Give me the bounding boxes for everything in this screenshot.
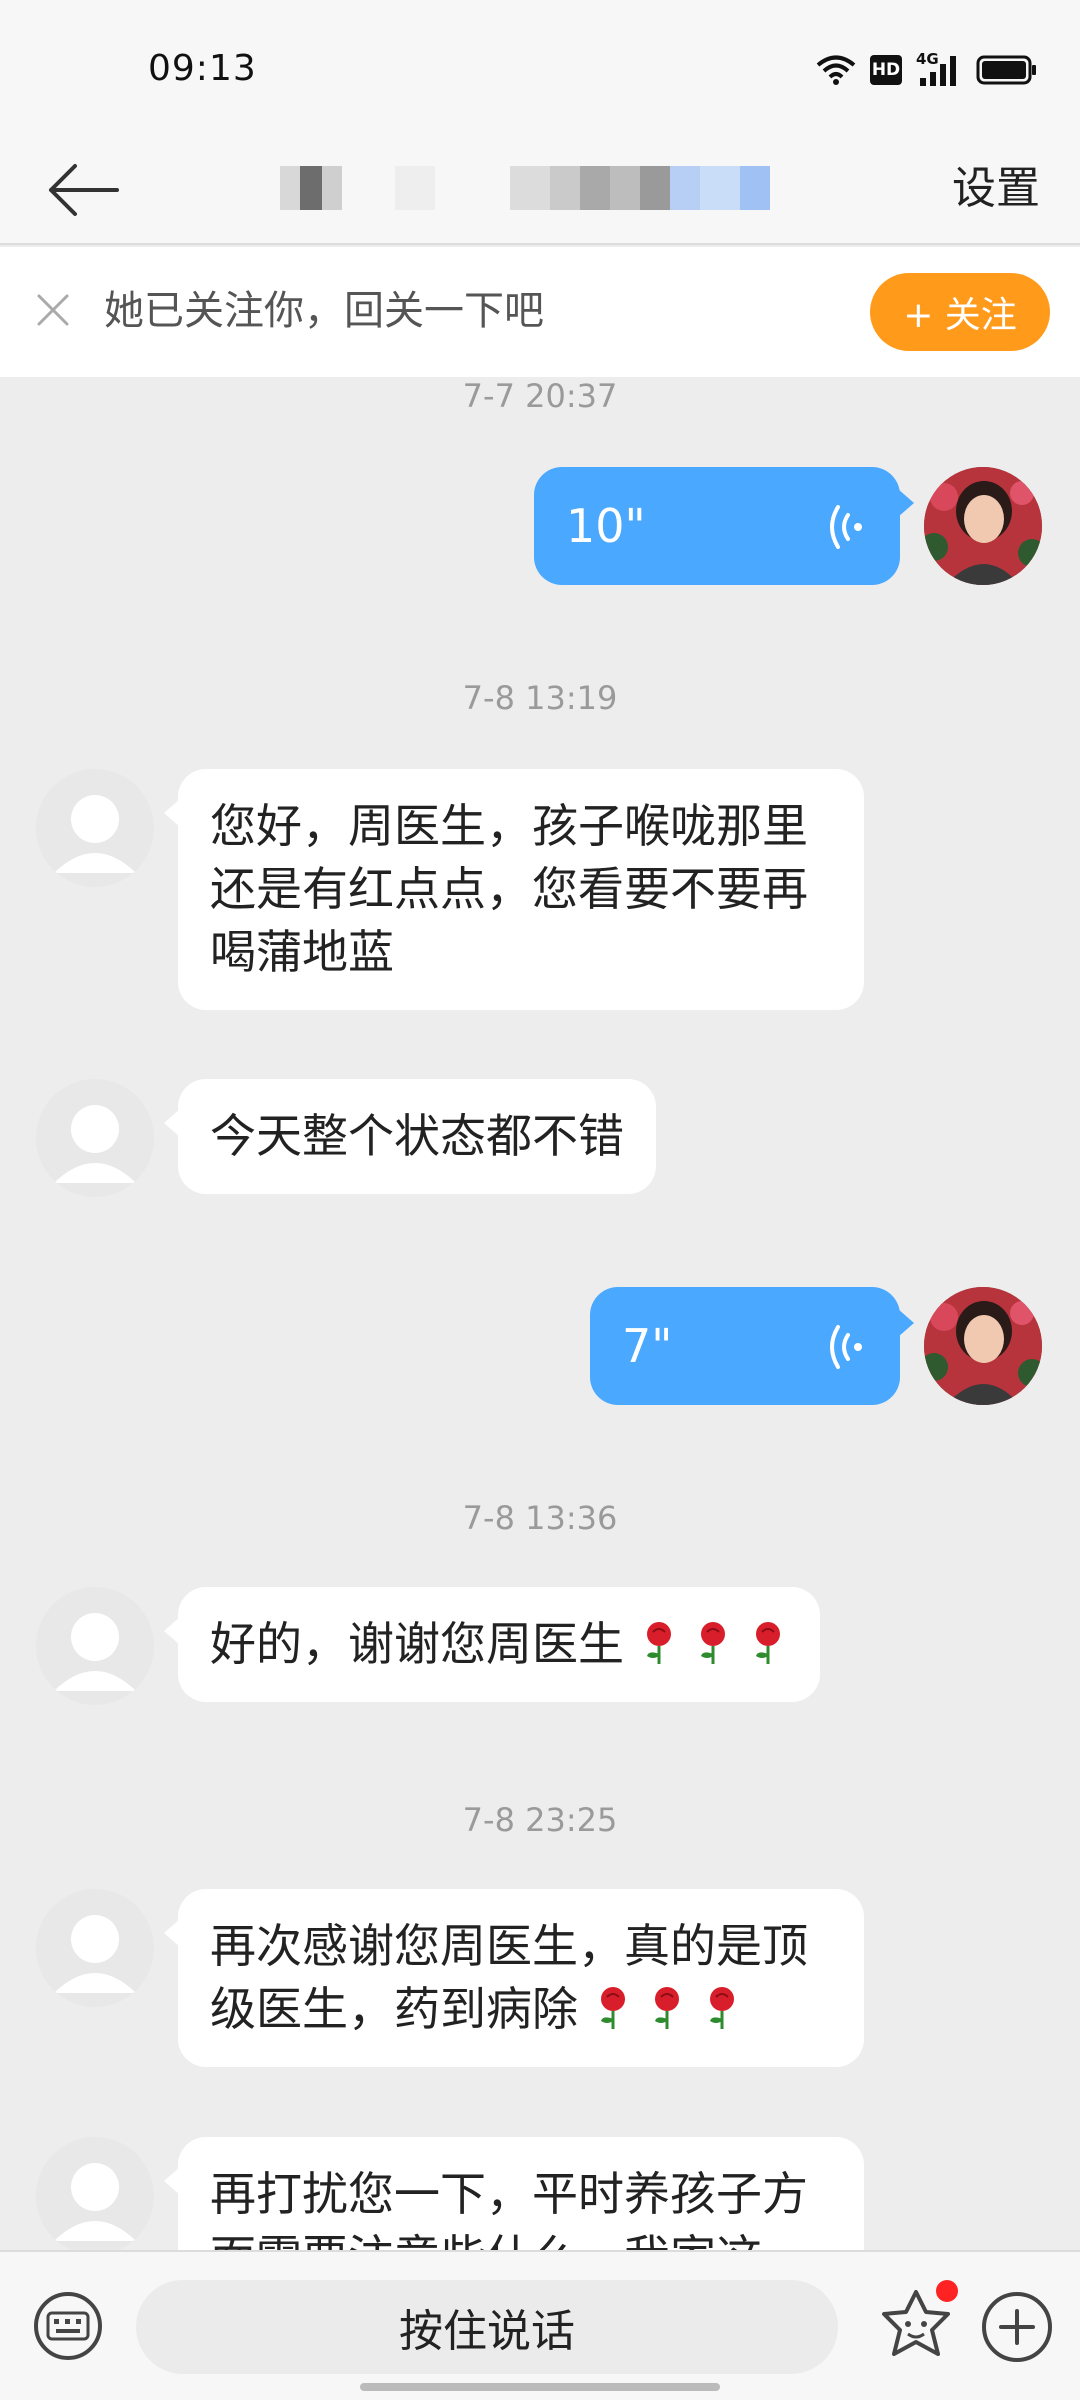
my-avatar[interactable] xyxy=(924,467,1042,585)
back-arrow-icon xyxy=(49,164,119,216)
contact-avatar[interactable] xyxy=(36,1587,154,1705)
hd-icon: HD xyxy=(870,55,902,85)
contact-name-redacted xyxy=(280,166,800,210)
settings-button[interactable]: 设置 xyxy=(952,154,1040,224)
message-timestamp: 7-7 20:37 xyxy=(462,377,618,415)
status-bar: 09:13 HD 4G xyxy=(0,0,1080,140)
rose-emoji-icon xyxy=(600,1987,625,2029)
sticker-button[interactable] xyxy=(868,2278,964,2374)
message-line: 再次感谢您周医生，真的是顶 xyxy=(210,1919,808,1973)
text-message-bubble[interactable]: 今天整个状态都不错 xyxy=(164,1079,656,1194)
text-message-bubble[interactable]: 您好，周医生，孩子喉咙那里 还是有红点点，您看要不要再 喝蒲地蓝 xyxy=(164,769,864,1010)
rose-emoji-icon xyxy=(755,1622,780,1664)
keyboard-icon xyxy=(46,2311,90,2341)
rose-emoji-icon xyxy=(646,1622,671,1664)
contact-avatar[interactable] xyxy=(36,1889,154,2007)
message-line: 好的，谢谢您周医生 xyxy=(210,1617,624,1671)
plus-icon xyxy=(999,2309,1035,2345)
follow-back-banner: 她已关注你，回关一下吧 + 关注 xyxy=(0,247,1080,377)
hold-to-talk-button[interactable]: 按住说话 xyxy=(136,2280,838,2374)
contact-avatar[interactable] xyxy=(36,769,154,887)
message-timestamp: 7-8 13:36 xyxy=(462,1499,618,1537)
follow-button[interactable]: + 关注 xyxy=(870,273,1050,351)
voice-duration: 10" xyxy=(566,499,646,553)
message-line: 再打扰您一下，平时养孩子方 xyxy=(210,2167,808,2221)
chat-header: 设置 xyxy=(0,140,1080,245)
rose-emoji-icon xyxy=(709,1987,734,2029)
home-indicator[interactable] xyxy=(360,2383,720,2391)
more-options-button[interactable] xyxy=(982,2292,1052,2362)
rose-emoji-icon xyxy=(655,1987,680,2029)
status-icons: HD 4G xyxy=(816,50,1038,90)
contact-avatar[interactable] xyxy=(36,1079,154,1197)
message-line: 级医生，药到病除 xyxy=(210,1982,578,2036)
notification-dot xyxy=(936,2280,958,2302)
message-timestamp: 7-8 13:19 xyxy=(462,679,618,717)
voice-wave-icon xyxy=(830,1325,862,1369)
message-timestamp: 7-8 23:25 xyxy=(462,1801,618,1839)
voice-duration: 7" xyxy=(622,1319,673,1373)
signal-4g-icon: 4G xyxy=(916,50,962,88)
text-message-bubble[interactable]: 好的，谢谢您周医生 xyxy=(164,1587,820,1702)
back-button[interactable] xyxy=(38,150,128,230)
rose-emoji-icon xyxy=(701,1622,726,1664)
battery-icon xyxy=(976,55,1036,85)
banner-close-button[interactable] xyxy=(30,287,76,333)
close-icon xyxy=(37,294,69,326)
keyboard-toggle-button[interactable] xyxy=(34,2292,102,2360)
message-line: 今天整个状态都不错 xyxy=(210,1109,624,1163)
voice-wave-icon xyxy=(830,505,862,549)
message-list[interactable]: 7-7 20:37 10" 7-8 13:19 您好，周医生，孩子喉咙那里 还是… xyxy=(0,377,1080,2250)
message-line: 面需要注意些什么，我家这 xyxy=(210,2226,832,2250)
text-message-bubble[interactable]: 再次感谢您周医生，真的是顶 级医生，药到病除 xyxy=(164,1889,864,2067)
contact-avatar[interactable] xyxy=(36,2137,154,2250)
message-line: 还是有红点点，您看要不要再 xyxy=(210,862,808,916)
message-line: 您好，周医生，孩子喉咙那里 xyxy=(210,799,808,853)
input-bar: 按住说话 xyxy=(0,2250,1080,2400)
text-message-bubble[interactable]: 再打扰您一下，平时养孩子方 面需要注意些什么，我家这 xyxy=(164,2137,864,2250)
wifi-icon xyxy=(816,55,856,85)
my-avatar[interactable] xyxy=(924,1287,1042,1405)
status-time: 09:13 xyxy=(148,48,257,89)
voice-message-bubble[interactable]: 7" xyxy=(590,1287,914,1405)
voice-message-bubble[interactable]: 10" xyxy=(534,467,914,585)
message-line: 喝蒲地蓝 xyxy=(210,925,394,979)
banner-text: 她已关注你，回关一下吧 xyxy=(104,288,544,334)
